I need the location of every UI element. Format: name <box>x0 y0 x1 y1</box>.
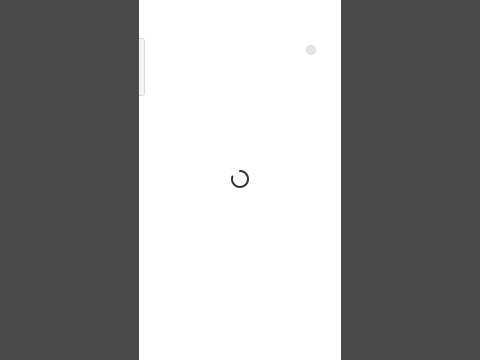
app-viewport <box>0 0 480 360</box>
loading-spinner-icon <box>231 170 249 188</box>
side-drawer-handle[interactable] <box>139 38 145 96</box>
status-dot <box>306 45 316 55</box>
